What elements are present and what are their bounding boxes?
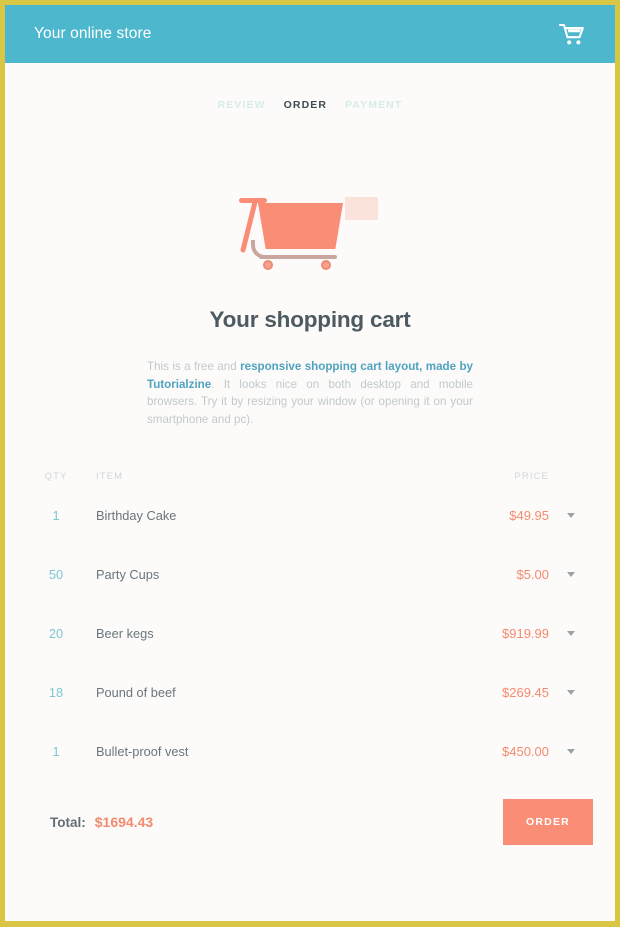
shopping-cart-icon[interactable] [555,17,589,51]
total-amount: $1694.43 [94,814,154,831]
page-title: Your shopping cart [209,307,411,332]
package-box-shape [345,197,378,220]
cart-footer: Total: $1694.43 ORDER [5,799,615,846]
table-row[interactable]: 1 Birthday Cake $49.95 [30,486,593,545]
checkout-steps: REVIEW ORDER PAYMENT [5,99,615,111]
row-price: $919.99 [502,626,549,642]
row-options-toggle[interactable] [549,690,593,696]
row-qty[interactable]: 1 [30,508,82,523]
row-qty[interactable]: 18 [30,685,82,700]
chevron-down-icon [567,513,575,519]
cart-table: QTY ITEM PRICE 1 Birthday Cake $49.95 50… [5,471,615,781]
cart-base-bar [259,255,337,259]
chevron-down-icon [567,749,575,755]
intro-paragraph: This is a free and responsive shopping c… [147,358,473,428]
order-button[interactable]: ORDER [503,799,593,846]
table-row[interactable]: 1 Bullet-proof vest $450.00 [30,722,593,781]
row-item: Beer kegs [96,626,154,642]
top-bar: Your online store [5,5,615,63]
row-options-toggle[interactable] [549,631,593,637]
row-item: Birthday Cake [96,508,177,524]
row-options-toggle[interactable] [549,513,593,519]
step-order[interactable]: ORDER [284,99,327,111]
row-item: Pound of beef [96,685,176,701]
table-row[interactable]: 18 Pound of beef $269.45 [30,663,593,722]
brand-title: Your online store [34,25,152,43]
step-review[interactable]: REVIEW [218,99,266,111]
step-payment[interactable]: PAYMENT [345,99,402,111]
page-frame: Your online store REVIEW ORDER PAYMENT Y… [0,0,620,927]
row-item: Party Cups [96,567,160,583]
row-price: $450.00 [502,744,549,760]
cart-total: Total: $1694.43 [50,814,153,830]
total-label: Total: [50,815,86,831]
column-header-qty: QTY [44,471,68,483]
column-header-item: ITEM [96,471,124,483]
chevron-down-icon [567,572,575,578]
shopping-cart-illustration [235,189,385,274]
row-options-toggle[interactable] [549,749,593,755]
row-options-toggle[interactable] [549,572,593,578]
row-item: Bullet-proof vest [96,744,189,760]
row-price: $49.95 [509,508,549,524]
chevron-down-icon [567,690,575,696]
row-price: $5.00 [516,567,549,583]
intro-text-before: This is a free and [147,360,241,373]
cart-wheel-right [321,260,331,270]
table-header-row: QTY ITEM PRICE [30,471,593,486]
row-qty[interactable]: 50 [30,567,82,582]
table-row[interactable]: 50 Party Cups $5.00 [30,545,593,604]
row-price: $269.45 [502,685,549,701]
row-qty[interactable]: 20 [30,626,82,641]
table-row[interactable]: 20 Beer kegs $919.99 [30,604,593,663]
column-header-price: PRICE [514,471,549,483]
chevron-down-icon [567,631,575,637]
page-inner: Your online store REVIEW ORDER PAYMENT Y… [5,5,615,921]
cart-wheel-left [263,260,273,270]
illustration-wrap [5,189,615,274]
row-qty[interactable]: 1 [30,744,82,759]
